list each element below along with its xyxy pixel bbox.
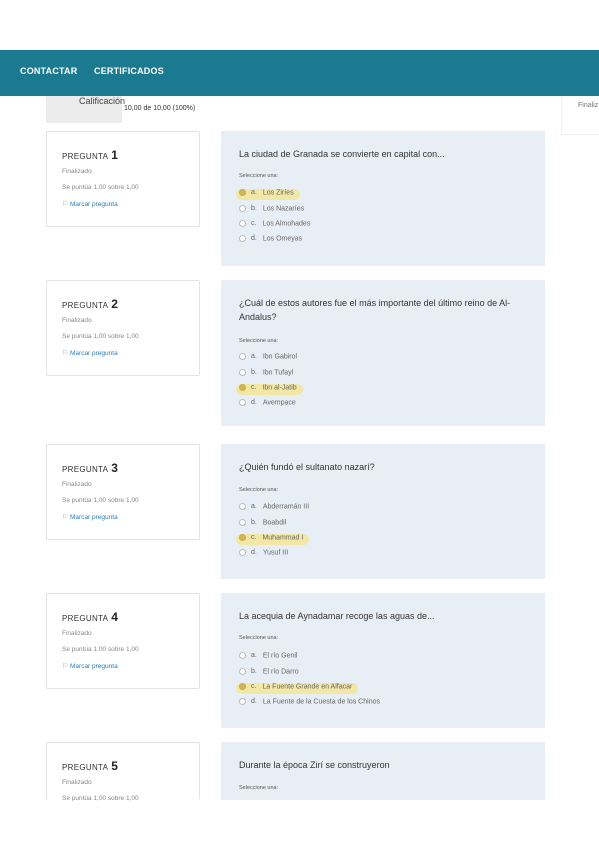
question-text: ¿Quién fundó el sultanato nazarí?	[239, 462, 375, 472]
answer-option[interactable]: a. Ibn Gabirol	[239, 353, 297, 364]
question-text: ¿Cuál de estos autores fue el más import…	[239, 298, 511, 322]
question-content-4: La acequia de Aynadamar recoge las aguas…	[221, 593, 545, 728]
answer-option[interactable]: b. Ibn Tufayl	[239, 369, 293, 380]
question-text: Durante la época Zirí se construyeron	[239, 760, 390, 770]
top-navbar: CONTACTAR CERTIFICADOS	[0, 50, 599, 96]
answer-option[interactable]: d. Avempace	[239, 399, 296, 410]
flag-icon: ⚐	[62, 201, 69, 208]
question-content-3: ¿Quién fundó el sultanato nazarí? Selecc…	[221, 444, 545, 579]
radio-icon	[239, 652, 246, 659]
answer-option[interactable]: a. El río Genil	[239, 652, 297, 663]
question-grade: Se puntúa 1,00 sobre 1,00	[62, 646, 139, 653]
question-state: Finalizado	[62, 779, 92, 786]
question-text: La acequia de Aynadamar recoge las aguas…	[239, 611, 435, 621]
radio-icon	[239, 189, 246, 196]
radio-icon	[239, 698, 246, 705]
question-info-5: PREGUNTA 5 Finalizado Se puntúa 1,00 sobr…	[46, 742, 200, 801]
radio-icon	[239, 369, 246, 376]
side-block-text: Finaliz	[578, 102, 599, 109]
question-info-1: PREGUNTA 1 Finalizado Se puntúa 1,00 sobr…	[46, 131, 200, 227]
question-state: Finalizado	[62, 317, 92, 324]
question-grade: Se puntúa 1,00 sobre 1,00	[62, 184, 139, 191]
nav-certificates-link[interactable]: CERTIFICADOS	[94, 66, 164, 76]
answer-option[interactable]: c. Los Almohades	[239, 220, 310, 231]
question-heading: PREGUNTA 2	[62, 297, 119, 311]
answer-option[interactable]: a. Los Ziríes	[236, 189, 300, 200]
answer-option[interactable]: c. Ibn al-Jatib	[236, 384, 303, 395]
question-heading: PREGUNTA 3	[62, 461, 119, 475]
grade-value: 10,00 de 10,00 (100%)	[124, 105, 196, 112]
select-one-label: Seleccione una:	[239, 487, 279, 493]
answer-option[interactable]: d. La Fuente de la Cuesta de los Chinos	[239, 698, 380, 709]
flag-icon: ⚐	[62, 350, 69, 357]
question-state: Finalizado	[62, 630, 92, 637]
flag-question-link[interactable]: ⚐ Marcar pregunta	[62, 200, 118, 208]
question-info-3: PREGUNTA 3 Finalizado Se puntúa 1,00 sobr…	[46, 444, 200, 540]
radio-icon	[239, 235, 246, 242]
radio-icon	[239, 503, 246, 510]
radio-icon	[239, 384, 246, 391]
radio-icon	[239, 534, 246, 541]
question-content-5: Durante la época Zirí se construyeron Se…	[221, 742, 545, 800]
flag-icon: ⚐	[62, 514, 69, 521]
select-one-label: Seleccione una:	[239, 173, 279, 179]
radio-icon	[239, 399, 246, 406]
question-content-2: ¿Cuál de estos autores fue el más import…	[221, 280, 545, 426]
radio-icon	[239, 205, 246, 212]
answer-option[interactable]: c. Muhammad I	[236, 534, 310, 545]
select-one-label: Seleccione una:	[239, 338, 279, 344]
question-text: La ciudad de Granada se convierte en cap…	[239, 149, 445, 159]
answer-option[interactable]: d. Los Omeyas	[239, 235, 302, 246]
question-heading: PREGUNTA 1	[62, 148, 119, 162]
answer-option[interactable]: c. La Fuente Grande en Alfacar	[236, 683, 359, 694]
question-content-1: La ciudad de Granada se convierte en cap…	[221, 131, 545, 266]
grade-label: Calificación	[79, 96, 126, 106]
grade-label-cell: Calificación	[46, 96, 126, 123]
answer-option[interactable]: b. Los Nazaríes	[239, 205, 304, 216]
question-grade: Se puntúa 1,00 sobre 1,00	[62, 333, 139, 340]
flag-question-link[interactable]: ⚐ Marcar pregunta	[62, 349, 118, 357]
radio-icon	[239, 220, 246, 227]
flag-question-link[interactable]: ⚐ Marcar pregunta	[62, 513, 118, 521]
answer-option[interactable]: a. Abderramán III	[239, 503, 309, 514]
select-one-label: Seleccione una:	[239, 785, 279, 791]
answer-option[interactable]: b. Boabdil	[239, 519, 286, 530]
question-state: Finalizado	[62, 168, 92, 175]
radio-icon	[239, 353, 246, 360]
radio-icon	[239, 683, 246, 690]
question-grade: Se puntúa 1,00 sobre 1,00	[62, 795, 139, 801]
question-heading: PREGUNTA 5	[62, 759, 119, 773]
radio-icon	[239, 668, 246, 675]
side-navigation-block: Finaliz	[561, 96, 599, 135]
nav-contact-link[interactable]: CONTACTAR	[20, 66, 77, 76]
flag-question-link[interactable]: ⚐ Marcar pregunta	[62, 662, 118, 670]
question-state: Finalizado	[62, 481, 92, 488]
select-one-label: Seleccione una:	[239, 635, 279, 641]
flag-icon: ⚐	[62, 663, 69, 670]
question-heading: PREGUNTA 4	[62, 610, 119, 624]
answer-option[interactable]: b. El río Darro	[239, 668, 299, 679]
radio-icon	[239, 519, 246, 526]
answer-option[interactable]: d. Yusuf III	[239, 549, 288, 560]
question-info-4: PREGUNTA 4 Finalizado Se puntúa 1,00 sobr…	[46, 593, 200, 689]
question-info-2: PREGUNTA 2 Finalizado Se puntúa 1,00 sobr…	[46, 280, 200, 376]
question-grade: Se puntúa 1,00 sobre 1,00	[62, 497, 139, 504]
radio-icon	[239, 549, 246, 556]
